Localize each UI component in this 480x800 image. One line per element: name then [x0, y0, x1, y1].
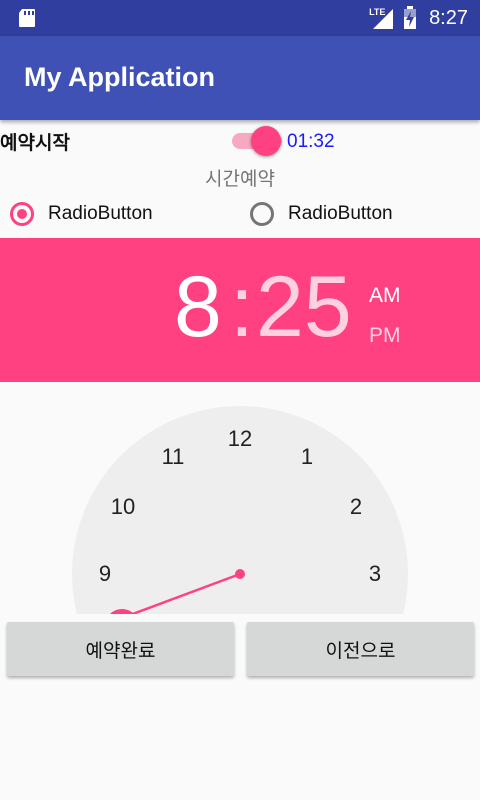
pm-label[interactable]: PM — [369, 324, 401, 348]
dial-number-1[interactable]: 1 — [301, 444, 313, 469]
dial-number-2[interactable]: 2 — [350, 494, 362, 519]
dial-number-11[interactable]: 11 — [162, 444, 185, 469]
hour-display[interactable]: 8 — [174, 264, 222, 350]
radio-checked-icon — [10, 202, 34, 226]
dial-number-9[interactable]: 9 — [99, 561, 111, 586]
clock-dial[interactable]: 12 1 2 3 9 10 11 — [0, 382, 480, 614]
back-button[interactable]: 이전으로 — [247, 622, 474, 676]
minute-display[interactable]: 25 — [256, 264, 352, 350]
reservation-switch[interactable] — [230, 126, 286, 156]
clock-dial-area: 12 1 2 3 9 10 11 — [0, 382, 480, 614]
reservation-done-button[interactable]: 예약완료 — [7, 622, 234, 676]
radio-label-1: RadioButton — [48, 203, 153, 224]
dial-number-10[interactable]: 10 — [111, 494, 135, 519]
countdown-text: 01:32 — [287, 131, 335, 152]
radio-label-2: RadioButton — [288, 203, 393, 224]
dial-number-12[interactable]: 12 — [228, 426, 252, 451]
app-bar: My Application — [0, 36, 480, 120]
radio-button-1[interactable]: RadioButton — [10, 198, 153, 230]
signal-icon: LTE — [369, 7, 395, 29]
reservation-start-label: 예약시작 — [0, 132, 70, 154]
status-bar: LTE 8:27 — [0, 0, 480, 36]
time-separator: : — [230, 259, 254, 355]
radio-unchecked-icon — [250, 202, 274, 226]
time-reservation-label: 시간예약 — [205, 168, 275, 190]
dial-number-3[interactable]: 3 — [369, 561, 381, 586]
am-label[interactable]: AM — [369, 284, 401, 308]
switch-thumb — [251, 126, 281, 156]
status-time: 8:27 — [429, 6, 468, 29]
clock-center-dot — [235, 569, 245, 579]
battery-charging-icon — [404, 6, 417, 29]
sd-card-icon — [19, 9, 35, 27]
radio-button-2[interactable]: RadioButton — [250, 198, 393, 230]
app-title: My Application — [24, 62, 216, 92]
